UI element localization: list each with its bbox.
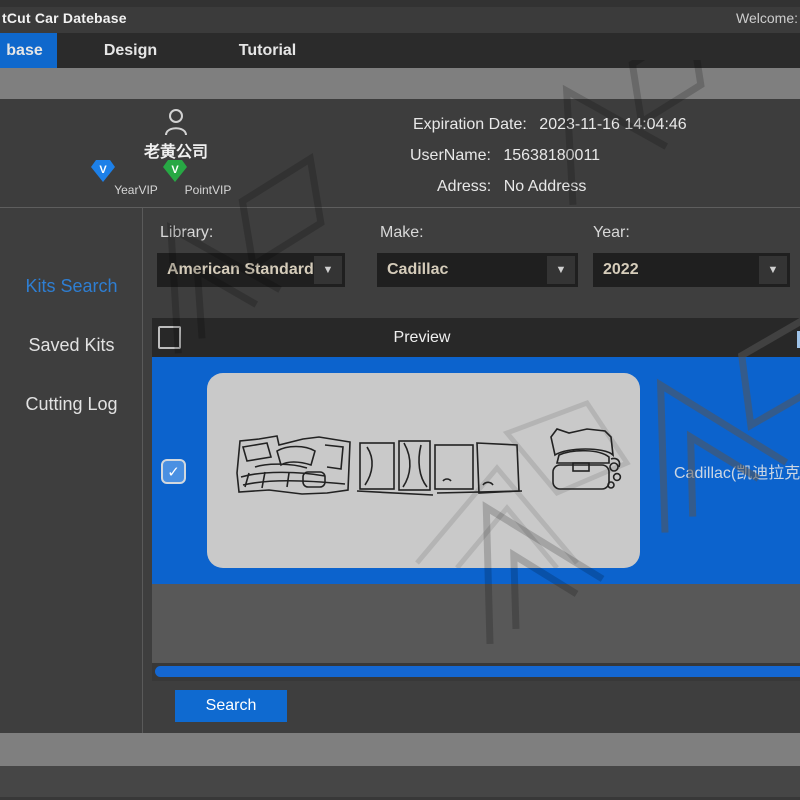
tab-design-label: Design	[104, 42, 157, 60]
row-checkbox[interactable]: ✓	[161, 459, 186, 484]
user-info-section: 老黄公司 V YearVIP V PointVIP Expiration Dat…	[0, 99, 800, 208]
app-window: tCut Car Datebase Welcome: base Design T…	[0, 0, 800, 800]
empty-list-area	[152, 584, 800, 663]
point-vip-icon: V	[163, 160, 253, 182]
preview-pattern	[207, 373, 640, 568]
username-value: 15638180011	[503, 147, 600, 164]
sidebar-item-cutting-log[interactable]: Cutting Log	[0, 394, 143, 415]
content-area: Kits Search Saved Kits Cutting Log Libra…	[0, 208, 800, 733]
address-value: No Address	[504, 178, 587, 195]
make-label: Make:	[380, 224, 424, 242]
sidebar: Kits Search Saved Kits Cutting Log	[0, 208, 143, 733]
row-kit-name: Cadillac(凯迪拉克	[674, 357, 800, 584]
point-vip-label: PointVIP	[163, 183, 253, 197]
sidebar-item-saved-kits[interactable]: Saved Kits	[0, 335, 143, 356]
preview-column-header: Preview	[152, 318, 692, 357]
sidebar-item-kits-search[interactable]: Kits Search	[0, 276, 143, 297]
library-dropdown[interactable]: American Standard ▼	[157, 253, 345, 287]
bottom-gray-bar	[0, 733, 800, 766]
expiration-row: Expiration Date: 2023-11-16 14:04:46	[413, 116, 687, 134]
bottom-dark-bar	[0, 766, 800, 800]
chevron-down-icon[interactable]: ▼	[314, 256, 342, 284]
window-title: tCut Car Datebase	[2, 10, 127, 26]
welcome-label: Welcome:	[736, 10, 798, 26]
tab-database-label: base	[6, 42, 42, 60]
user-avatar-icon	[162, 107, 190, 137]
expiration-label: Expiration Date:	[413, 116, 527, 133]
search-button[interactable]: Search	[175, 690, 287, 722]
make-dropdown[interactable]: Cadillac ▼	[377, 253, 578, 287]
main-tab-bar: base Design Tutorial	[0, 33, 800, 68]
svg-text:V: V	[99, 164, 107, 176]
tab-database[interactable]: base	[0, 33, 57, 68]
make-dropdown-value: Cadillac	[377, 261, 547, 279]
username-row: UserName: 15638180011	[410, 147, 600, 165]
company-name: 老黄公司	[144, 138, 208, 162]
tab-design[interactable]: Design	[88, 33, 173, 68]
horizontal-scrollbar-thumb[interactable]	[155, 666, 800, 677]
address-label: Adress:	[437, 178, 491, 195]
tab-tutorial-label: Tutorial	[239, 42, 296, 60]
result-row[interactable]: ✓	[152, 357, 800, 584]
tab-tutorial[interactable]: Tutorial	[225, 33, 310, 68]
username-label: UserName:	[410, 147, 491, 164]
year-label: Year:	[593, 224, 630, 242]
library-dropdown-value: American Standard	[157, 261, 314, 279]
year-dropdown[interactable]: 2022 ▼	[593, 253, 790, 287]
address-row: Adress: No Address	[437, 178, 586, 196]
kit-preview-image	[207, 373, 640, 568]
expiration-value: 2023-11-16 14:04:46	[539, 116, 686, 133]
chevron-down-icon[interactable]: ▼	[759, 256, 787, 284]
svg-text:V: V	[171, 164, 179, 176]
horizontal-scrollbar-track[interactable]	[152, 663, 800, 681]
divider-band	[0, 68, 800, 99]
results-table-header: Preview	[152, 318, 800, 357]
library-label: Library:	[160, 224, 213, 242]
chevron-down-icon[interactable]: ▼	[547, 256, 575, 284]
year-dropdown-value: 2022	[593, 261, 759, 279]
point-vip-badge: V PointVIP	[163, 160, 253, 197]
title-bar: tCut Car Datebase Welcome:	[0, 0, 800, 33]
